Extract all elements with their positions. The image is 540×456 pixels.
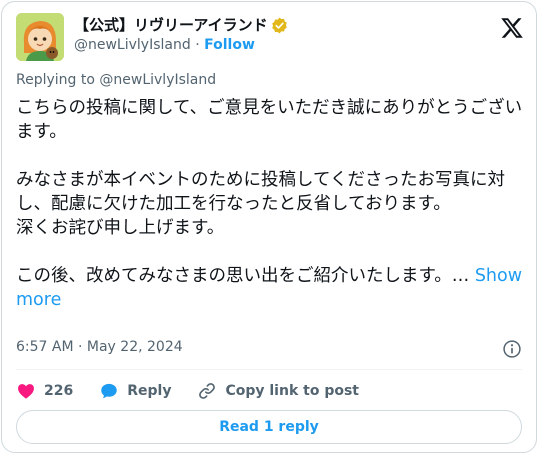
author-handle[interactable]: @newLivlyIsland [74,37,191,53]
author-display-name-row[interactable]: 【公式】リヴリーアイランド [74,15,288,35]
read-replies-button[interactable]: Read 1 reply [16,410,522,444]
separator-dot: · [195,37,200,53]
author-display-name[interactable]: 【公式】リヴリーアイランド [74,15,268,35]
x-logo-icon[interactable] [500,16,524,40]
replying-to-line: Replying to @newLivlyIsland [16,72,216,88]
like-count: 226 [44,383,74,399]
copy-link-button[interactable]: Copy link to post [197,381,359,401]
tweet-body: こちらの投稿に関して、ご意見をいただき誠にありがとうございます。 みなさまが本イ… [16,96,526,312]
link-icon [199,383,216,399]
reply-bubble-icon [101,383,117,399]
info-icon[interactable] [502,339,522,359]
avatar[interactable] [16,13,64,61]
like-button[interactable]: 226 [16,381,73,401]
replying-to-handle[interactable]: @newLivlyIsland [99,72,216,88]
follow-button[interactable]: Follow [204,37,255,53]
reply-button[interactable]: Reply [99,381,171,401]
divider [16,369,522,370]
verified-badge-icon [271,17,288,34]
tweet-header: 【公式】リヴリーアイランド @newLivlyIsland · Follow [16,13,526,61]
tweet-text: こちらの投稿に関して、ご意見をいただき誠にありがとうございます。 みなさまが本イ… [16,98,523,286]
replying-to-prefix: Replying to [16,72,100,88]
reply-label: Reply [127,383,172,399]
copy-link-label: Copy link to post [225,383,359,399]
heart-icon [18,384,34,399]
author-handle-row: @newLivlyIsland · Follow [74,35,288,55]
action-bar: 226 Reply Copy link to post [16,380,385,402]
avatar-illustration [16,13,64,61]
tweet-timestamp[interactable]: 6:57 AM · May 22, 2024 [16,339,183,355]
author-names: 【公式】リヴリーアイランド @newLivlyIsland · Follow [74,15,288,55]
tweet-card: 【公式】リヴリーアイランド @newLivlyIsland · Follow R [1,1,537,453]
